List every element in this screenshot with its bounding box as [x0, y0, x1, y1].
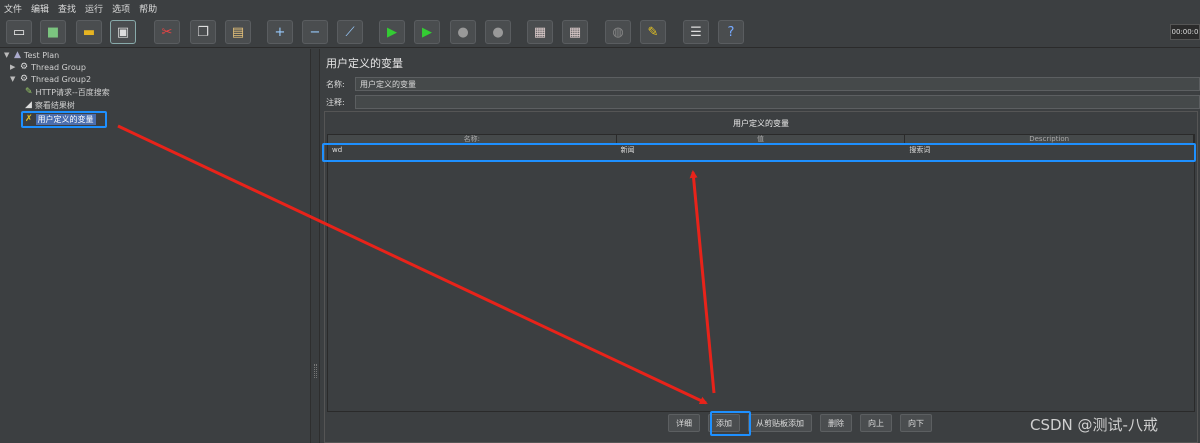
search-icon[interactable]: ◍ [605, 20, 631, 44]
thread-group-icon: ⚙ [20, 62, 29, 72]
config-panel: 用户定义的变量 名称: 用户定义的变量 注释: 用户定义的变量 名称: 值 De… [320, 49, 1200, 443]
collapse-arrow-icon[interactable]: ▼ [4, 51, 11, 59]
toolbar: ▭ ■ ▬ ▣ ✂ ❐ ▤ + − ⟋ ▶ ▶ ● ● ▦ ▦ ◍ ✎ ☰ ? … [0, 16, 1200, 48]
start-no-pause-icon[interactable]: ▶ [414, 20, 440, 44]
start-icon[interactable]: ▶ [379, 20, 405, 44]
tree-node-thread-group[interactable]: ▶ ⚙ Thread Group [10, 61, 86, 73]
menu-search[interactable]: 查找 [58, 2, 76, 15]
menu-file[interactable]: 文件 [4, 2, 22, 15]
paste-icon[interactable]: ▤ [225, 20, 251, 44]
comment-label: 注释: [326, 97, 345, 107]
column-header-description[interactable]: Description [905, 135, 1195, 143]
test-plan-tree: ▼ ▲ Test Plan ▶ ⚙ Thread Group ▼ ⚙ Threa… [0, 49, 316, 443]
stop-icon[interactable]: ● [450, 20, 476, 44]
expand-arrow-icon[interactable]: ▶ [10, 63, 17, 71]
name-field[interactable]: 用户定义的变量 [355, 77, 1200, 91]
function-helper-icon[interactable]: ☰ [683, 20, 709, 44]
menu-run[interactable]: 运行 [85, 2, 103, 15]
menu-edit[interactable]: 编辑 [31, 2, 49, 15]
name-label: 名称: [326, 79, 345, 89]
comment-field[interactable] [355, 95, 1200, 109]
save-icon[interactable]: ▣ [110, 20, 136, 44]
tree-node-test-plan[interactable]: ▼ ▲ Test Plan [4, 49, 59, 61]
column-header-value[interactable]: 值 [617, 135, 906, 143]
reset-search-icon[interactable]: ✎ [640, 20, 666, 44]
menu-options[interactable]: 选项 [112, 2, 130, 15]
toggle-icon[interactable]: ⟋ [337, 20, 363, 44]
elapsed-timer: 00:00:0 [1170, 24, 1200, 40]
menu-bar: 文件 编辑 查找 运行 选项 帮助 [0, 0, 1200, 16]
shutdown-icon[interactable]: ● [485, 20, 511, 44]
watermark: CSDN @测试-八戒 [1030, 416, 1158, 434]
templates-icon[interactable]: ■ [40, 20, 66, 44]
clear-all-icon[interactable]: ▦ [562, 20, 588, 44]
collapse-arrow-icon[interactable]: ▼ [10, 75, 17, 83]
name-row: 名称: 用户定义的变量 [326, 77, 1200, 91]
open-icon[interactable]: ▬ [76, 20, 102, 44]
detail-button[interactable]: 详细 [668, 414, 700, 432]
clear-icon[interactable]: ▦ [527, 20, 553, 44]
annotation-box-table-row [322, 143, 1196, 162]
annotation-box-add-button [710, 411, 751, 436]
expand-icon[interactable]: + [267, 20, 293, 44]
help-icon[interactable]: ? [718, 20, 744, 44]
pane-splitter[interactable] [310, 49, 320, 443]
test-plan-icon: ▲ [14, 50, 21, 60]
collapse-icon[interactable]: − [302, 20, 328, 44]
splitter-grip[interactable] [314, 364, 317, 378]
listener-icon: ◢ [25, 100, 32, 110]
menu-help[interactable]: 帮助 [139, 2, 157, 15]
copy-icon[interactable]: ❐ [190, 20, 216, 44]
panel-title: 用户定义的变量 [733, 119, 789, 128]
tree-node-http-sampler[interactable]: ✎ HTTP请求--百度搜索 [25, 86, 110, 98]
new-icon[interactable]: ▭ [6, 20, 32, 44]
move-up-button[interactable]: 向上 [860, 414, 892, 432]
variables-table: 名称: 值 Description wd 新闻 搜索词 [327, 134, 1195, 412]
move-down-button[interactable]: 向下 [900, 414, 932, 432]
add-from-clipboard-button[interactable]: 从剪贴板添加 [748, 414, 812, 432]
thread-group-icon: ⚙ [20, 74, 29, 84]
comment-row: 注释: [326, 95, 1200, 109]
column-header-name[interactable]: 名称: [328, 135, 617, 143]
delete-button[interactable]: 删除 [820, 414, 852, 432]
cut-icon[interactable]: ✂ [154, 20, 180, 44]
button-bar: 详细 添加 从剪贴板添加 删除 向上 向下 [668, 414, 932, 432]
annotation-box-tree-node [21, 111, 107, 128]
tree-node-results-tree[interactable]: ◢ 察看结果树 [25, 99, 75, 111]
page-title: 用户定义的变量 [326, 57, 403, 70]
http-sampler-icon: ✎ [25, 87, 33, 97]
tree-node-thread-group2[interactable]: ▼ ⚙ Thread Group2 [10, 73, 91, 85]
